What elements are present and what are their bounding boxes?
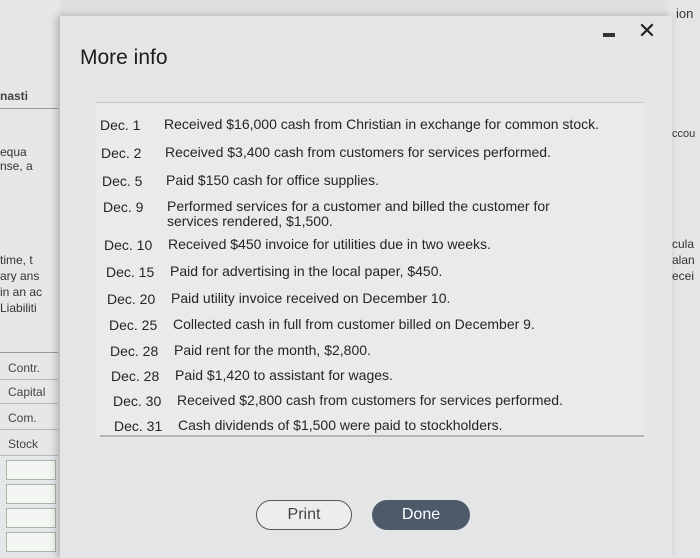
transaction-date: Dec. 15 <box>106 264 155 280</box>
transaction-date: Dec. 28 <box>111 368 160 384</box>
transaction-date: Dec. 31 <box>114 418 163 434</box>
panel-divider <box>100 435 644 437</box>
bg-text-fragment: cula <box>672 238 695 250</box>
bg-table-cell: Contr. <box>0 358 58 380</box>
bg-text-fragment: ion <box>676 6 694 21</box>
transaction-date: Dec. 1 <box>100 117 141 133</box>
bg-input-field[interactable] <box>6 460 56 480</box>
transaction-date: Dec. 5 <box>102 173 143 189</box>
bg-text-fragment: in an ac <box>0 286 43 298</box>
transaction-date: Dec. 2 <box>101 145 142 161</box>
transaction-description: Received $3,400 cash from customers for … <box>165 144 551 160</box>
done-button[interactable]: Done <box>372 500 470 530</box>
transaction-description: Paid utility invoice received on Decembe… <box>171 290 451 306</box>
bg-text-fragment: time, t <box>0 254 33 266</box>
background-page-right: ccou cula alan ecei <box>668 0 700 558</box>
close-icon[interactable]: ✕ <box>636 20 658 42</box>
transaction-date: Dec. 20 <box>107 291 156 307</box>
transaction-description: Collected cash in full from customer bil… <box>173 316 535 332</box>
transactions-panel: Dec. 1 Received $16,000 cash from Christ… <box>96 102 644 438</box>
bg-text-fragment: nasti <box>0 90 29 102</box>
transaction-description: Cash dividends of $1,500 were paid to st… <box>178 417 503 433</box>
bg-text-fragment: Liabiliti <box>0 302 37 314</box>
bg-divider <box>0 352 58 353</box>
transaction-date: Dec. 25 <box>109 317 158 333</box>
transaction-date: Dec. 9 <box>103 199 144 215</box>
bg-text-fragment: ary ans <box>0 270 40 282</box>
transaction-description: Performed services for a customer and bi… <box>167 198 550 229</box>
bg-input-field[interactable] <box>6 532 56 552</box>
transaction-description: Paid $1,420 to assistant for wages. <box>175 367 393 383</box>
bg-table-cell: Capital <box>0 382 58 404</box>
bg-table-cell: Com. <box>0 408 58 430</box>
bg-text-fragment: nse, a <box>0 160 33 172</box>
bg-text-fragment: equa <box>0 146 27 158</box>
transaction-description: Received $2,800 cash from customers for … <box>177 392 563 408</box>
bg-input-field[interactable] <box>6 508 56 528</box>
minimize-icon[interactable] <box>603 33 615 37</box>
transaction-description: Paid $150 cash for office supplies. <box>166 172 379 188</box>
bg-text-fragment: ecei <box>672 270 695 282</box>
background-page-left: nasti equa nse, a time, t ary ans in an … <box>0 0 60 558</box>
more-info-dialog: More info ✕ Dec. 1 Received $16,000 cash… <box>60 16 672 558</box>
transaction-date: Dec. 10 <box>104 237 153 253</box>
transaction-description: Received $450 invoice for utilities due … <box>168 236 491 252</box>
transaction-date: Dec. 30 <box>113 393 162 409</box>
print-button[interactable]: Print <box>256 500 352 530</box>
bg-input-field[interactable] <box>6 484 56 504</box>
bg-text-fragment: ccou <box>672 128 696 140</box>
transaction-description: Paid rent for the month, $2,800. <box>174 342 371 358</box>
bg-divider <box>0 108 58 109</box>
bg-table-cell: Stock <box>0 434 58 456</box>
dialog-title: More info <box>80 46 168 69</box>
bg-text-fragment: alan <box>672 254 695 266</box>
transaction-date: Dec. 28 <box>110 343 159 359</box>
transaction-description: Paid for advertising in the local paper,… <box>170 263 443 279</box>
transaction-description: Received $16,000 cash from Christian in … <box>164 116 599 132</box>
